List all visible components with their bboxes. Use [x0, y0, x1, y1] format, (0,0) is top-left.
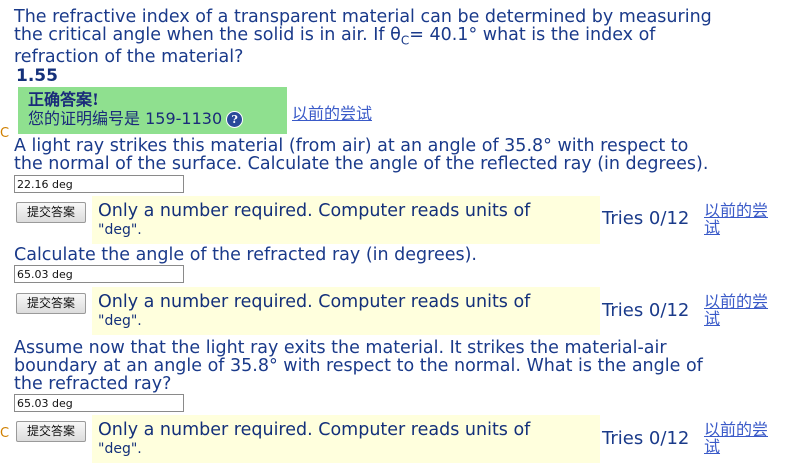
question3-line1: Calculate the angle of the refracted ray…	[14, 245, 477, 265]
hint-unit-4: "deg".	[98, 441, 142, 457]
hint-text-3: Only a number required. Computer reads u…	[98, 292, 531, 312]
hint-box-4: Only a number required. Computer reads u…	[92, 415, 600, 463]
help-icon[interactable]: ?	[226, 111, 244, 128]
critical-subscript: C	[400, 33, 410, 48]
proof-id-label: 您的证明编号是	[28, 109, 141, 128]
hint-box-3: Only a number required. Computer reads u…	[92, 287, 600, 335]
submit-button-2[interactable]: 提交答案	[16, 202, 86, 223]
submit-button-4[interactable]: 提交答案	[16, 421, 86, 442]
hint-text-4: Only a number required. Computer reads u…	[98, 420, 531, 440]
hint-unit-3: "deg".	[98, 313, 142, 329]
question2-line1: A light ray strikes this material (from …	[14, 136, 689, 156]
tries-counter-4: Tries 0/12	[602, 428, 690, 449]
submit-button-3[interactable]: 提交答案	[16, 293, 86, 314]
answer-input-4[interactable]: 65.03 deg	[14, 394, 184, 412]
proof-id-code: 159-1130	[145, 109, 223, 128]
prev-label-2b: 试	[704, 218, 721, 237]
proof-id-line: 您的证明编号是 159-1130?	[28, 109, 277, 129]
question1-line3: refraction of the material?	[14, 47, 244, 67]
question1-line2-rest: = 40.1° what is the index of	[409, 25, 656, 45]
previous-attempts-link-4[interactable]: 以前的尝 试	[704, 421, 784, 455]
hint-unit-2: "deg".	[98, 222, 142, 238]
hint-box-2: Only a number required. Computer reads u…	[92, 196, 600, 244]
correct-title: 正确答案!	[28, 90, 100, 109]
question1-line1: The refractive index of a transparent ma…	[14, 7, 712, 27]
question1-line2: the critical angle when the solid is in …	[14, 26, 655, 50]
question1-line2-text: the critical angle when the solid is in …	[14, 25, 401, 45]
previous-attempts-link[interactable]: 以前的尝试	[292, 100, 372, 124]
question2-line2: the normal of the surface. Calculate the…	[14, 154, 709, 174]
answer-input-2[interactable]: 22.16 deg	[14, 175, 184, 193]
hint-text-2: Only a number required. Computer reads u…	[98, 201, 531, 221]
tries-counter-3: Tries 0/12	[602, 300, 690, 321]
prev-label-3b: 试	[704, 309, 721, 328]
previous-attempts-link-3[interactable]: 以前的尝 试	[704, 293, 784, 327]
answer-input-3[interactable]: 65.03 deg	[14, 265, 184, 283]
tries-counter-2: Tries 0/12	[602, 208, 690, 229]
prev-label-4b: 试	[704, 437, 721, 456]
left-edge-fragment-2: C	[0, 426, 10, 441]
left-edge-fragment: C	[0, 126, 10, 141]
question4-line2: boundary at an angle of 35.8° with respe…	[14, 356, 703, 376]
question4-line1: Assume now that the light ray exits the …	[14, 338, 667, 358]
previous-attempts-link-2[interactable]: 以前的尝 试	[704, 202, 784, 236]
question1-answer: 1.55	[16, 66, 58, 86]
question4-line3: the refracted ray?	[14, 374, 172, 394]
correct-answer-box: 正确答案! 您的证明编号是 159-1130?	[18, 87, 287, 134]
